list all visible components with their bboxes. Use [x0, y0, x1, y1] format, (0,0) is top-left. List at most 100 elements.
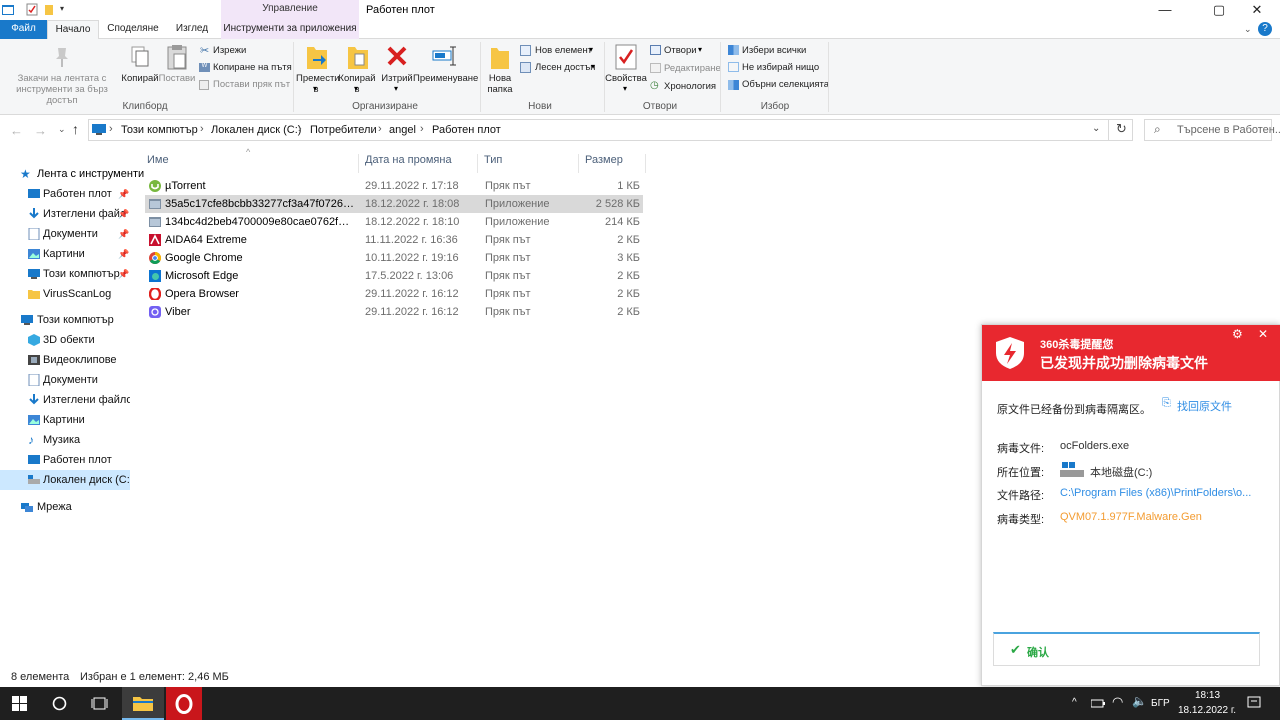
ribbon-collapse-icon[interactable]: ⌄ — [1244, 24, 1252, 35]
crumb-this-pc[interactable]: Този компютър — [121, 124, 198, 136]
nav-item-3d-objects[interactable]: 3D обекти — [0, 330, 130, 350]
copy-button[interactable]: Копирай — [121, 73, 159, 84]
column-header-type[interactable]: Тип — [479, 154, 579, 173]
volume-icon[interactable]: 🔈 — [1132, 694, 1147, 708]
task-view-icon[interactable] — [91, 696, 108, 711]
tab-app-tools[interactable]: Инструменти за приложения — [221, 20, 359, 39]
path-value[interactable]: C:\Program Files (x86)\PrintFolders\o... — [1060, 487, 1275, 499]
clock-time[interactable]: 18:13 — [1195, 690, 1220, 701]
new-item-dropdown-icon[interactable]: ▾ — [589, 45, 593, 54]
nav-network[interactable]: Мрежа — [0, 497, 130, 517]
wifi-icon[interactable]: ◠ — [1112, 694, 1123, 710]
select-all-button[interactable]: Избери всички — [742, 45, 806, 57]
nav-item-pictures[interactable]: Картини 📌 — [0, 244, 130, 264]
nav-item-documents-pc[interactable]: Документи — [0, 370, 130, 390]
edit-button[interactable]: Редактиране — [664, 63, 721, 75]
tab-view[interactable]: Изглед — [168, 20, 216, 39]
language-indicator[interactable]: БГР — [1151, 698, 1170, 709]
open-dropdown-icon[interactable]: ▾ — [698, 45, 702, 54]
confirm-button[interactable]: ✔ 确认 — [993, 632, 1260, 666]
select-none-button[interactable]: Не избирай нищо — [742, 62, 819, 74]
table-row[interactable]: Google Chrome 10.11.2022 г. 19:16 Пряк п… — [145, 249, 643, 267]
nav-item-local-disk[interactable]: Локален диск (C:) — [0, 470, 130, 490]
taskbar-opera[interactable] — [166, 687, 202, 720]
table-row[interactable]: 35a5c17cfe8bcbb33277cf3a47f0726ae0e... 1… — [145, 195, 643, 213]
nav-item-documents[interactable]: Документи 📌 — [0, 224, 130, 244]
crumb-desktop[interactable]: Работен плот — [432, 124, 501, 136]
settings-icon[interactable]: ⚙ — [1232, 327, 1243, 341]
taskbar-explorer[interactable] — [122, 687, 164, 720]
nav-item-downloads[interactable]: Изтеглени файл 📌 — [0, 204, 130, 224]
help-icon[interactable]: ? — [1258, 22, 1272, 36]
nav-item-downloads-pc[interactable]: Изтеглени файлове — [0, 390, 130, 410]
invert-selection-button[interactable]: Обърни селекцията — [742, 79, 829, 91]
nav-this-pc[interactable]: Този компютър — [0, 310, 130, 330]
pin-icon[interactable]: 📌 — [118, 184, 129, 204]
search-placeholder[interactable]: Търсене в Работен... — [1177, 124, 1280, 136]
column-header-size[interactable]: Размер — [580, 154, 646, 173]
rename-button[interactable]: Преименуване — [413, 73, 478, 84]
nav-item-desktop-pc[interactable]: Работен плот — [0, 450, 130, 470]
pin-icon[interactable]: 📌 — [118, 264, 129, 284]
properties-quick-icon[interactable] — [26, 3, 38, 16]
clock-date[interactable]: 18.12.2022 г. — [1178, 705, 1236, 716]
tab-share[interactable]: Споделяне — [104, 20, 162, 39]
battery-icon[interactable] — [1091, 697, 1105, 710]
cut-button[interactable]: Изрежи — [213, 45, 246, 57]
forward-button[interactable]: → — [34, 123, 47, 138]
refresh-icon[interactable]: ↻ — [1116, 121, 1127, 137]
pin-icon[interactable]: 📌 — [118, 224, 129, 244]
recent-locations-icon[interactable]: ⌄ — [58, 124, 66, 135]
column-header-date[interactable]: Дата на промяна — [360, 154, 478, 173]
back-button[interactable]: ← — [10, 123, 23, 138]
nav-item-pictures-pc[interactable]: Картини — [0, 410, 130, 430]
tab-file[interactable]: Файл — [0, 20, 47, 39]
table-row[interactable]: Viber 29.11.2022 г. 16:12 Пряк път 2 КБ — [145, 303, 643, 321]
copy-to-dropdown-icon[interactable]: ▾ — [354, 84, 358, 93]
delete-dropdown-icon[interactable]: ▾ — [394, 84, 398, 93]
easy-access-button[interactable]: Лесен достъп — [535, 62, 595, 74]
notification-close-icon[interactable]: ✕ — [1258, 327, 1268, 341]
column-header-name[interactable]: Име — [143, 154, 359, 173]
tray-expand-icon[interactable]: ^ — [1072, 697, 1077, 708]
paste-shortcut-button[interactable]: Постави пряк път — [213, 79, 290, 91]
delete-button[interactable]: Изтрий — [378, 73, 416, 84]
properties-dropdown-icon[interactable]: ▾ — [623, 84, 627, 93]
nav-item-desktop[interactable]: Работен плот 📌 — [0, 184, 130, 204]
quick-access-dropdown-icon[interactable]: ▾ — [60, 4, 64, 13]
windows-start-icon[interactable] — [12, 696, 27, 711]
crumb-users[interactable]: Потребители — [310, 124, 377, 136]
crumb-local-disk[interactable]: Локален диск (C:) — [211, 124, 301, 136]
nav-item-music[interactable]: ♪ Музика — [0, 430, 130, 450]
minimize-button[interactable]: — — [1142, 0, 1188, 20]
tab-home[interactable]: Начало — [47, 20, 99, 39]
new-item-button[interactable]: Нов елемент — [535, 45, 592, 57]
nav-item-this-pc-pinned[interactable]: Този компютър 📌 — [0, 264, 130, 284]
nav-item-virusscanlog[interactable]: VirusScanLog — [0, 284, 130, 304]
history-button[interactable]: Хронология — [664, 81, 716, 93]
copy-path-button[interactable]: Копиране на пътя — [213, 62, 292, 74]
restore-file-link[interactable]: 找回原文件 — [1177, 398, 1232, 414]
new-folder-quick-icon[interactable] — [44, 3, 54, 16]
crumb-angel[interactable]: angel — [389, 124, 416, 136]
close-button[interactable]: ✕ — [1234, 0, 1280, 20]
nav-item-videos[interactable]: Видеоклипове — [0, 350, 130, 370]
table-row[interactable]: Microsoft Edge 17.5.2022 г. 13:06 Пряк п… — [145, 267, 643, 285]
table-row[interactable]: 134bc4d2beb4700009e80cae0762f731a3... 18… — [145, 213, 643, 231]
pin-icon[interactable]: 📌 — [118, 244, 129, 264]
properties-button[interactable]: Свойства — [605, 73, 647, 84]
new-folder-button[interactable]: Нова папка — [483, 73, 517, 95]
easy-access-dropdown-icon[interactable]: ▾ — [591, 62, 595, 71]
nav-quick-access[interactable]: ★ Лента с инструменти — [6, 164, 144, 184]
address-history-dropdown-icon[interactable]: ⌄ — [1092, 123, 1100, 134]
up-button[interactable]: ↑ — [72, 121, 79, 137]
table-row[interactable]: AIDA64 Extreme 11.11.2022 г. 16:36 Пряк … — [145, 231, 643, 249]
paste-button[interactable]: Постави — [158, 73, 196, 84]
open-button[interactable]: Отвори — [664, 45, 697, 57]
move-to-dropdown-icon[interactable]: ▾ — [313, 84, 317, 93]
notifications-icon[interactable] — [1247, 696, 1261, 710]
table-row[interactable]: µTorrent 29.11.2022 г. 17:18 Пряк път 1 … — [145, 177, 643, 195]
search-circle-icon[interactable] — [52, 696, 67, 711]
table-row[interactable]: Opera Browser 29.11.2022 г. 16:12 Пряк п… — [145, 285, 643, 303]
pin-icon[interactable]: 📌 — [118, 204, 129, 224]
